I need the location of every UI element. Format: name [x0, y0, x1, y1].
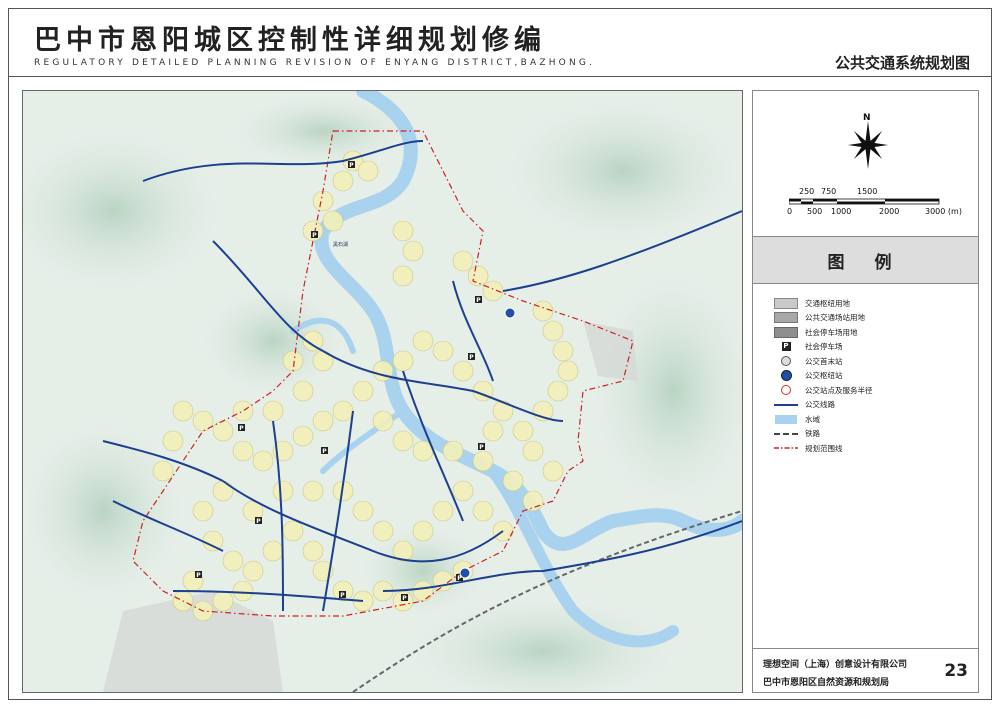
legend: 交通枢纽用地 公共交通场站用地 社会停车场用地 P 社会停车场 公交首末站 公交…: [773, 296, 973, 456]
fill-swatch-icon: [773, 297, 799, 309]
scale-bar-graphic: [789, 198, 940, 205]
page-number: 23: [944, 661, 968, 681]
fill-swatch-icon: [773, 326, 799, 338]
company-name: 理想空间（上海）创意设计有限公司: [763, 660, 908, 670]
svg-text:P: P: [322, 448, 327, 455]
svg-text:P: P: [239, 425, 244, 432]
legend-item-label: 交通枢纽用地: [805, 298, 850, 308]
header-divider: [8, 76, 992, 77]
legend-item: 公交枢纽站: [773, 369, 973, 384]
legend-title: 图 例: [753, 236, 978, 284]
svg-text:P: P: [256, 518, 261, 525]
legend-item-label: 公交枢纽站: [805, 371, 843, 381]
scale-label-top: 750: [821, 187, 837, 196]
parking-icon: P: [781, 342, 791, 352]
legend-item: 社会停车场用地: [773, 325, 973, 340]
north-arrow-icon: [848, 121, 888, 169]
credits-box: 理想空间（上海）创意设计有限公司 巴中市恩阳区自然资源和规划局 23: [753, 648, 978, 693]
bus-line-icon: [773, 400, 799, 410]
page-title: 巴中市恩阳城区控制性详细规划修编: [34, 25, 546, 56]
bureau-name: 巴中市恩阳区自然资源和规划局: [763, 678, 890, 688]
scale-label-top: 1500: [857, 187, 878, 196]
legend-item: P 社会停车场: [773, 340, 973, 355]
svg-text:P: P: [340, 592, 345, 599]
legend-item: 公交线路: [773, 398, 973, 413]
fill-swatch-icon: [773, 312, 799, 324]
map-name: 公共交通系统规划图: [834, 54, 970, 72]
water-icon: [773, 414, 799, 424]
scale-label-bottom: 2000: [879, 207, 900, 216]
north-letter: N: [863, 113, 871, 123]
legend-item-label: 公交站点及服务半径: [805, 385, 873, 395]
svg-text:P: P: [196, 572, 201, 579]
svg-text:P: P: [349, 162, 354, 169]
legend-item-label: 公交首末站: [805, 356, 843, 366]
legend-item-label: 社会停车场用地: [805, 327, 858, 337]
planning-map[interactable]: 黑石湖 P P P P P P P P P P P P: [23, 91, 742, 692]
scale-label-top: 250: [799, 187, 815, 196]
svg-text:P: P: [469, 354, 474, 361]
svg-text:P: P: [479, 444, 484, 451]
legend-item: 规划范围线: [773, 441, 973, 456]
legend-item: 公共交通场站用地: [773, 311, 973, 326]
legend-item: 公交站点及服务半径: [773, 383, 973, 398]
legend-item-label: 铁路: [805, 429, 820, 439]
bus-hub-icon: [773, 370, 799, 382]
scale-label-bottom: 1000: [831, 207, 852, 216]
legend-item: 交通枢纽用地: [773, 296, 973, 311]
legend-item-label: 社会停车场: [805, 342, 843, 352]
side-panel: N 250 750 1500 0 500 1000 2000 3000 (m) …: [752, 90, 979, 693]
legend-item: 水域: [773, 412, 973, 427]
legend-item-label: 规划范围线: [805, 443, 843, 453]
map-area[interactable]: 黑石湖 P P P P P P P P P P P P: [22, 90, 743, 693]
svg-text:P: P: [312, 232, 317, 239]
boundary-line-icon: [773, 443, 799, 453]
legend-item: 铁路: [773, 427, 973, 442]
legend-item-label: 公共交通场站用地: [805, 313, 865, 323]
legend-item-label: 水域: [805, 414, 820, 424]
bus-stop-radius-icon: [773, 385, 799, 396]
legend-item: 公交首末站: [773, 354, 973, 369]
svg-text:P: P: [402, 595, 407, 602]
page-subtitle: REGULATORY DETAILED PLANNING REVISION OF…: [34, 58, 596, 68]
scale-label-bottom: 500: [807, 207, 823, 216]
svg-text:P: P: [476, 297, 481, 304]
railway-icon: [773, 429, 799, 439]
scale-label-bottom: 3000 (m): [925, 207, 962, 216]
scale-label-bottom: 0: [787, 207, 793, 216]
lake-label: 黑石湖: [333, 241, 348, 248]
scale-bar: 250 750 1500 0 500 1000 2000 3000 (m): [787, 187, 979, 227]
legend-item-label: 公交线路: [805, 400, 835, 410]
bus-terminal-icon: [773, 356, 799, 367]
